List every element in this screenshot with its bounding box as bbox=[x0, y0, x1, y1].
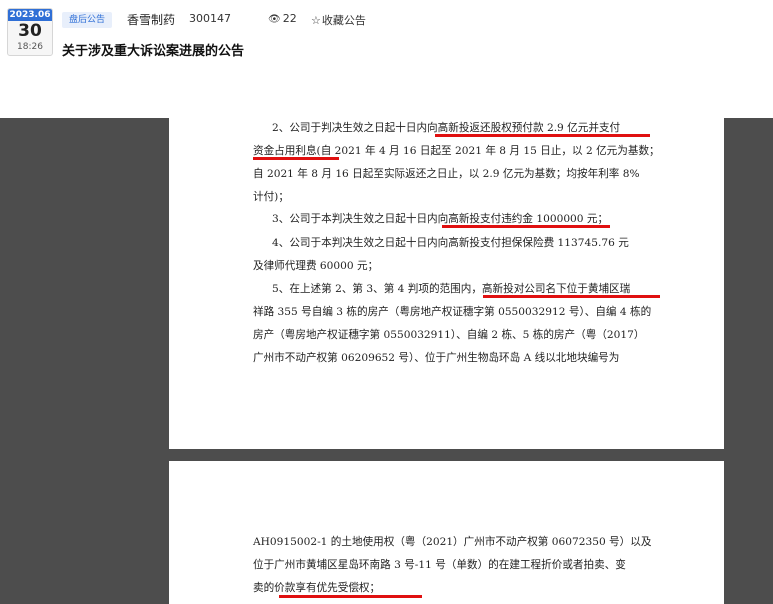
doc-line: 卖的价款享有优先受偿权； bbox=[253, 582, 381, 594]
highlight-underline bbox=[442, 225, 610, 228]
date-time: 18:26 bbox=[17, 42, 43, 52]
doc-line: AH0915002-1 的土地使用权（粤（2021）广州市不动产权第 06072… bbox=[253, 536, 652, 548]
doc-line: 房产（粤房地产权证穗字第 0550032911）、自编 2 栋、5 栋的房产（粤… bbox=[253, 329, 645, 341]
highlight-underline bbox=[483, 295, 660, 298]
stock-code: 300147 bbox=[189, 12, 231, 25]
pdf-page-1: 2、公司于判决生效之日起十日内向高新投返还股权预付款 2.9 亿元并支付 资金占… bbox=[169, 118, 724, 449]
date-badge: 2023.06 30 18:26 bbox=[7, 8, 53, 56]
doc-line: 5、在上述第 2、第 3、第 4 判项的范围内，高新投对公司名下位于黄埔区瑞 bbox=[272, 283, 631, 295]
favorite-label: 收藏公告 bbox=[321, 14, 366, 27]
highlight-underline bbox=[435, 134, 650, 137]
highlight-underline bbox=[279, 595, 422, 598]
doc-line: 计付)； bbox=[253, 191, 289, 203]
doc-line: 2、公司于判决生效之日起十日内向高新投返还股权预付款 2.9 亿元并支付 bbox=[272, 122, 621, 134]
favorite-button[interactable]: ☆收藏公告 bbox=[311, 12, 366, 28]
doc-line: 自 2021 年 8 月 16 日起至实际返还之日止，以 2.9 亿元为基数；均… bbox=[253, 168, 640, 180]
date-day: 30 bbox=[18, 21, 42, 41]
view-count-value: 22 bbox=[282, 12, 297, 25]
doc-line: 广州市不动产权第 06209652 号）、位于广州生物岛环岛 A 线以北地块编号… bbox=[253, 352, 620, 364]
company-name-link[interactable]: 香雪制药 bbox=[127, 11, 175, 28]
highlight-underline bbox=[253, 157, 339, 160]
doc-line: 祥路 355 号自编 3 栋的房产（粤房地产权证穗字第 0550032912 号… bbox=[253, 306, 652, 318]
announcement-header: 2023.06 30 18:26 盘后公告 香雪制药 300147 👁 22 ☆收… bbox=[0, 0, 773, 70]
star-icon: ☆ bbox=[311, 14, 321, 27]
doc-line: 及律师代理费 60000 元； bbox=[253, 260, 379, 272]
pdf-page-2: AH0915002-1 的土地使用权（粤（2021）广州市不动产权第 06072… bbox=[169, 461, 724, 604]
pdf-viewer[interactable]: 2、公司于判决生效之日起十日内向高新投返还股权预付款 2.9 亿元并支付 资金占… bbox=[0, 118, 773, 604]
view-count: 👁 22 bbox=[268, 12, 297, 25]
announcement-type-tag: 盘后公告 bbox=[62, 12, 113, 28]
doc-line: 位于广州市黄埔区星岛环南路 3 号-11 号（单数）的在建工程折价或者拍卖、变 bbox=[253, 559, 626, 571]
date-year-month: 2023.06 bbox=[8, 9, 52, 21]
doc-line: 资金占用利息(自 2021 年 4 月 16 日起至 2021 年 8 月 15… bbox=[253, 145, 660, 157]
eye-icon: 👁 bbox=[268, 14, 281, 25]
doc-line: 4、公司于本判决生效之日起十日内向高新投支付担保保险费 113745.76 元 bbox=[272, 237, 629, 249]
doc-line: 3、公司于本判决生效之日起十日内向高新投支付违约金 1000000 元； bbox=[272, 213, 609, 225]
announcement-title: 关于涉及重大诉讼案进展的公告 bbox=[62, 44, 245, 59]
